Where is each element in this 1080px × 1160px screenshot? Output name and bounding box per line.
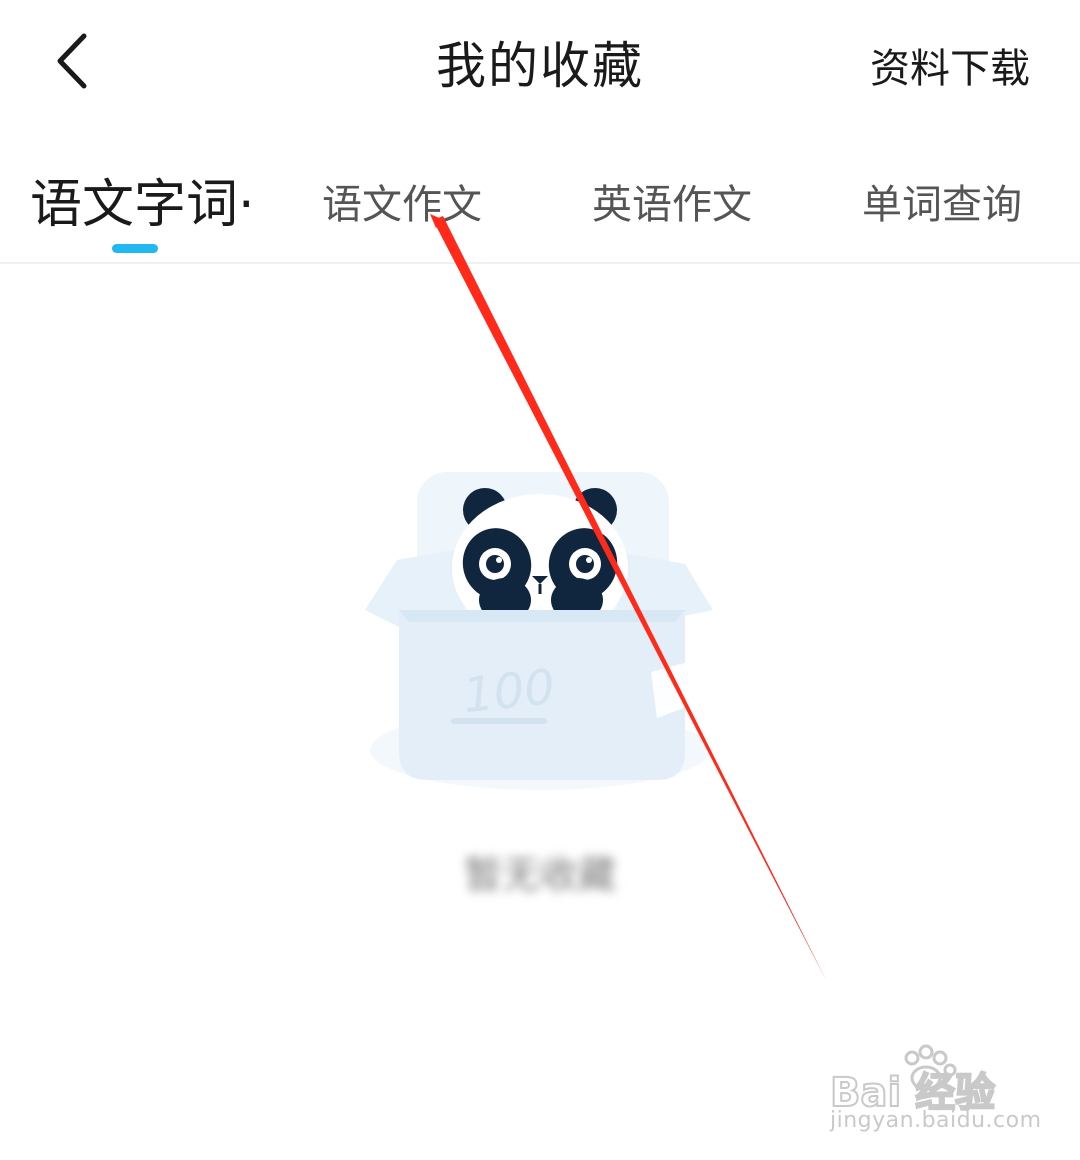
back-button[interactable] — [40, 24, 110, 96]
chevron-left-icon — [57, 33, 87, 89]
box-label: 100 — [461, 659, 558, 724]
header-bar: 我的收藏 资料下载 — [0, 0, 1080, 120]
tab-label: 英语作文 — [592, 182, 752, 228]
download-materials-button[interactable]: 资料下载 — [870, 36, 1030, 94]
panda-box-illustration: 100 — [365, 472, 713, 790]
tab-chinese-words[interactable]: 语文字词· — [30, 162, 255, 237]
watermark-url: jingyan.baidu.com — [830, 1108, 1042, 1133]
tab-label: 语文作文 — [322, 182, 482, 228]
tab-bar: 语文字词· 语文作文 英语作文 单词查询 — [0, 150, 1080, 264]
tab-word-lookup[interactable]: 单词查询 — [862, 172, 1022, 230]
tab-label: 语文字词· — [30, 175, 255, 235]
tab-label: 单词查询 — [862, 182, 1022, 228]
tab-english-essay[interactable]: 英语作文 — [592, 172, 752, 230]
tab-chinese-essay[interactable]: 语文作文 — [322, 172, 482, 230]
active-tab-indicator — [112, 244, 158, 253]
favorites-page: 我的收藏 资料下载 语文字词· 语文作文 英语作文 单词查询 100 暂无收藏 … — [0, 0, 1080, 1160]
empty-state-text: 暂无收藏 — [463, 853, 616, 897]
